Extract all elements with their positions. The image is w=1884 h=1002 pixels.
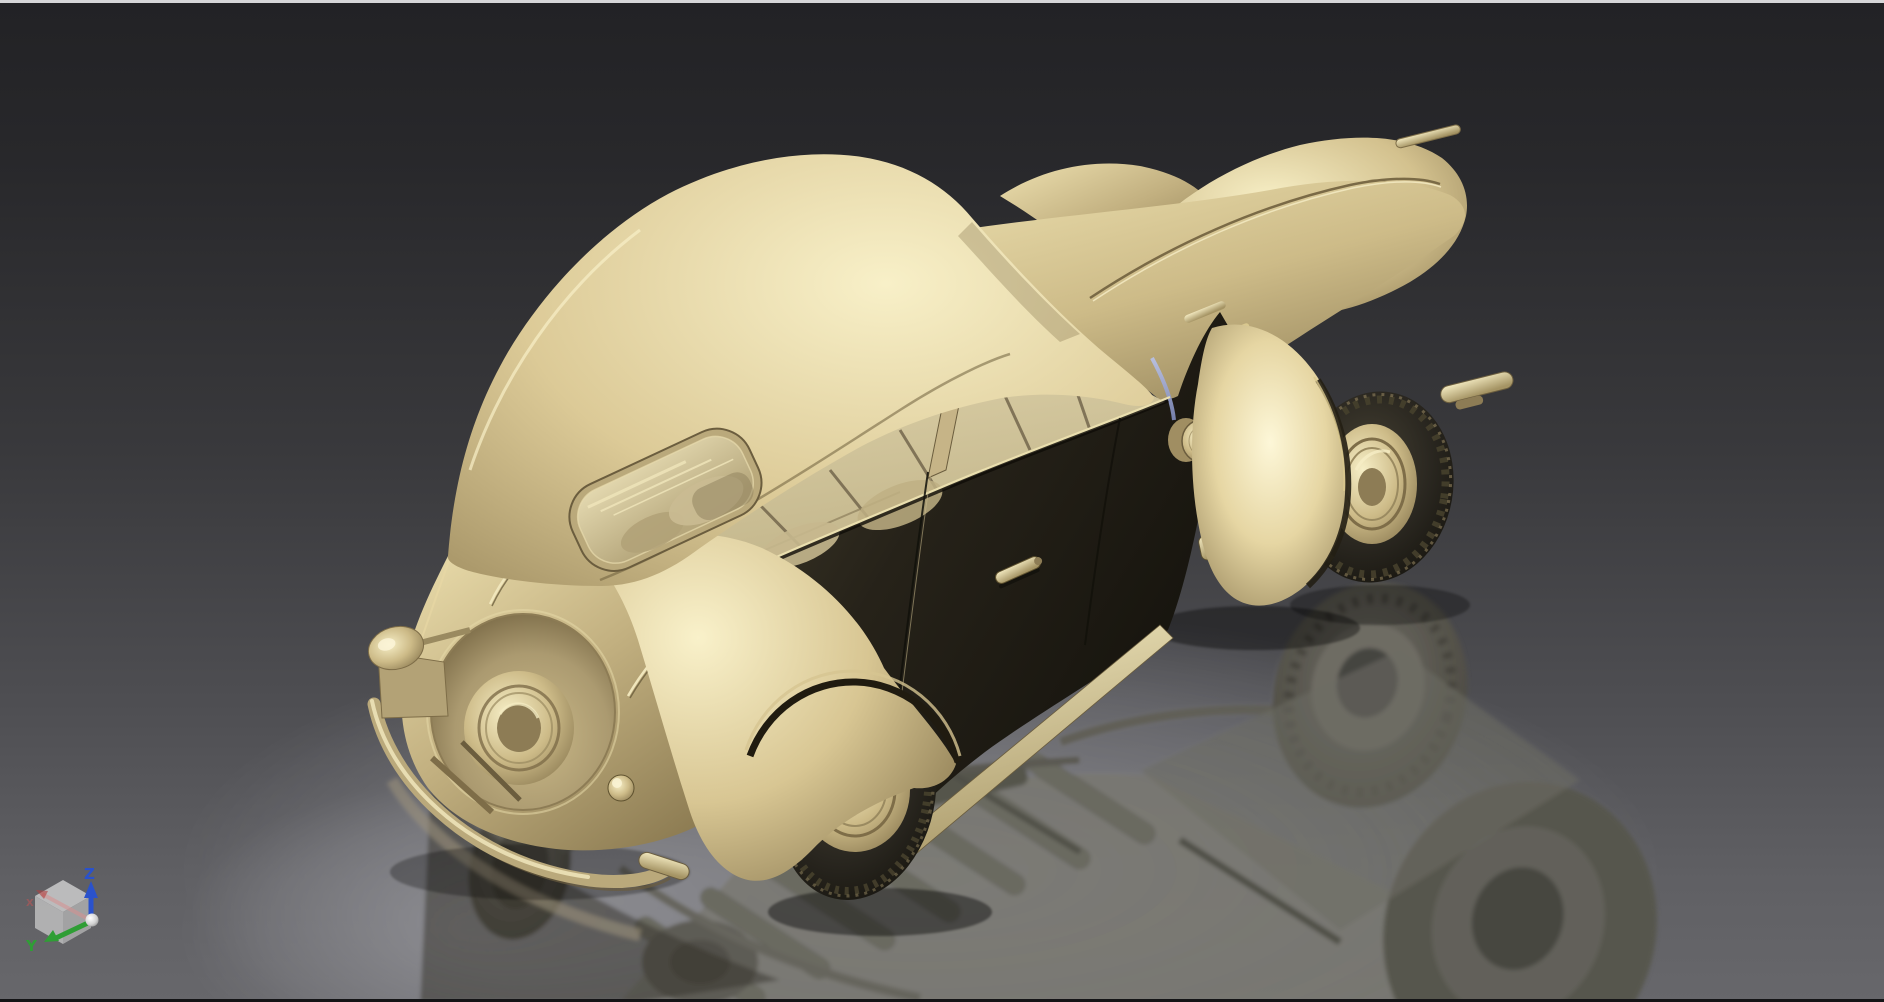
origin-point [86, 914, 99, 927]
top-rail[interactable] [1395, 124, 1461, 149]
x-axis-label: X [26, 898, 34, 909]
fuel-cap[interactable] [608, 775, 634, 801]
axis-triad[interactable]: X Z Y [25, 865, 99, 955]
z-axis-label: Z [84, 865, 95, 883]
front-fender[interactable] [1192, 325, 1348, 606]
window-top-edge [0, 0, 1884, 3]
render-canvas[interactable]: X Z Y [0, 0, 1884, 1002]
cad-viewport[interactable]: X Z Y [0, 0, 1884, 1002]
front-bumper-tip[interactable] [1439, 370, 1517, 413]
front-hub-dome [1358, 468, 1386, 506]
y-axis-label: Y [25, 937, 38, 955]
